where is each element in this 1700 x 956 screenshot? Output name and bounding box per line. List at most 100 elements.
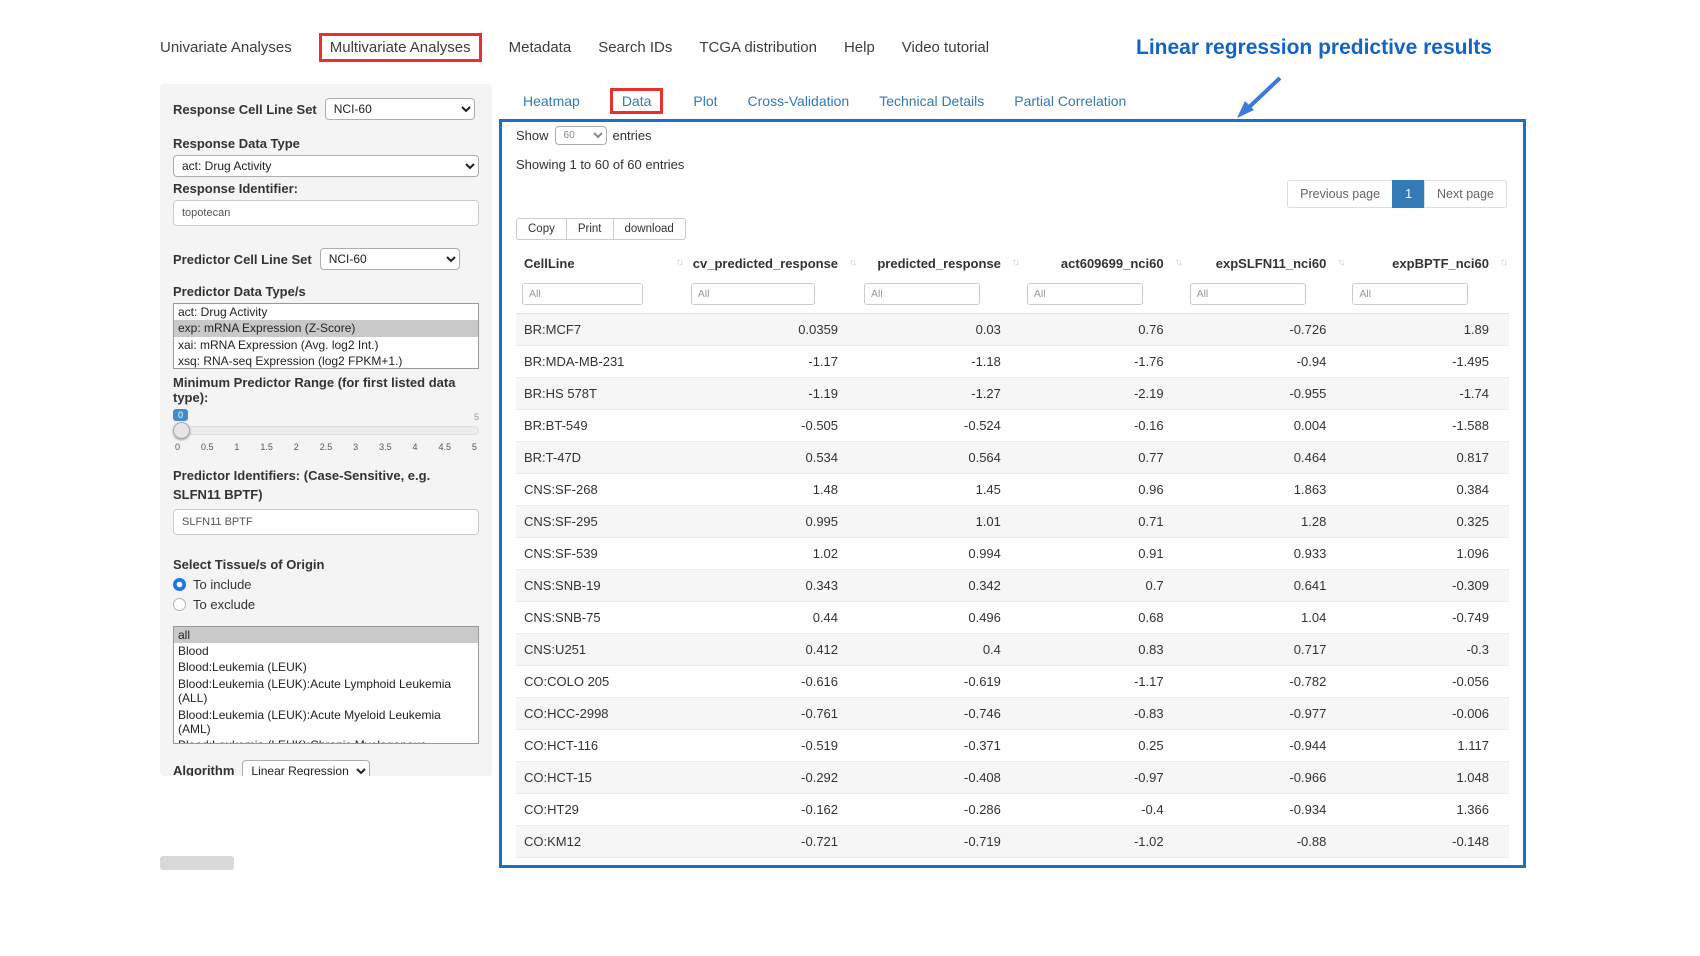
filter-input-expslfn11-nci60[interactable] bbox=[1190, 283, 1306, 305]
cell-value: -1.18 bbox=[858, 346, 1021, 378]
tab-cross-validation[interactable]: Cross-Validation bbox=[748, 93, 850, 109]
cell-value: -2.19 bbox=[1021, 378, 1184, 410]
table-row: CO:SW-620-0.533-0.50.22-1.0290.902 bbox=[516, 858, 1509, 869]
tab-data[interactable]: Data bbox=[610, 88, 664, 114]
table-row: BR:MDA-MB-231-1.17-1.18-1.76-0.94-1.495 bbox=[516, 346, 1509, 378]
tissue-option-blood-leukemia-leuk-chronic-myelogenous-leukemia-cml[interactable]: Blood:Leukemia (LEUK):Chronic Myelogenou… bbox=[174, 737, 478, 743]
slider-tick-1-5: 1.5 bbox=[260, 442, 273, 452]
table-row: BR:T-47D0.5340.5640.770.4640.817 bbox=[516, 442, 1509, 474]
sort-icon[interactable]: ↑↓ bbox=[849, 257, 855, 268]
filter-input-cv-predicted-response[interactable] bbox=[691, 283, 815, 305]
copy-button[interactable]: Copy bbox=[516, 218, 567, 240]
sort-icon[interactable]: ↑↓ bbox=[1500, 257, 1506, 268]
cell-value: 1.117 bbox=[1346, 730, 1509, 762]
tissue-origin-label: Select Tissue/s of Origin bbox=[173, 557, 479, 572]
tissue-option-blood-leukemia-leuk-acute-myeloid-leukemia-aml[interactable]: Blood:Leukemia (LEUK):Acute Myeloid Leuk… bbox=[174, 707, 478, 738]
cell-line-name: BR:T-47D bbox=[516, 442, 685, 474]
table-row: CO:HT29-0.162-0.286-0.4-0.9341.366 bbox=[516, 794, 1509, 826]
nav-item-search-ids[interactable]: Search IDs bbox=[598, 39, 672, 56]
option-act-drug-activity[interactable]: act: Drug Activity bbox=[174, 304, 478, 320]
filter-input-expbptf-nci60[interactable] bbox=[1352, 283, 1468, 305]
cell-value: -0.83 bbox=[1021, 698, 1184, 730]
cell-value: -0.88 bbox=[1184, 826, 1347, 858]
radio-to-exclude[interactable]: To exclude bbox=[173, 597, 479, 612]
column-header-expbptf-nci60[interactable]: expBPTF_nci60↑↓ bbox=[1346, 248, 1509, 279]
cell-value: -0.782 bbox=[1184, 666, 1347, 698]
filter-input-act609699-nci60[interactable] bbox=[1027, 283, 1143, 305]
sort-icon[interactable]: ↑↓ bbox=[1337, 257, 1343, 268]
sort-icon[interactable]: ↑↓ bbox=[676, 257, 682, 268]
tab-partial-correlation[interactable]: Partial Correlation bbox=[1014, 93, 1126, 109]
response-identifier-input[interactable] bbox=[173, 200, 479, 226]
cell-value: -1.02 bbox=[1021, 826, 1184, 858]
column-header-expslfn11-nci60[interactable]: expSLFN11_nci60 ↑↓ bbox=[1184, 248, 1347, 279]
nav-item-tcga-distribution[interactable]: TCGA distribution bbox=[699, 39, 817, 56]
algorithm-label: Algorithm bbox=[173, 763, 234, 776]
slider-track[interactable] bbox=[173, 426, 479, 435]
cell-value: -0.006 bbox=[1346, 698, 1509, 730]
cell-value: 0.325 bbox=[1346, 506, 1509, 538]
filter-input-predicted-response[interactable] bbox=[864, 283, 980, 305]
export-buttons: CopyPrintdownload bbox=[516, 218, 1509, 240]
cell-value: -0.505 bbox=[685, 410, 858, 442]
nav-item-univariate-analyses[interactable]: Univariate Analyses bbox=[160, 39, 292, 56]
slider-tick-5: 5 bbox=[472, 442, 477, 452]
option-exp-mrna-expression-z-score[interactable]: exp: mRNA Expression (Z-Score) bbox=[174, 320, 478, 336]
sort-icon[interactable]: ↑↓ bbox=[1175, 257, 1181, 268]
download-button[interactable]: download bbox=[613, 218, 686, 240]
tissue-option-all[interactable]: all bbox=[174, 627, 478, 643]
print-button[interactable]: Print bbox=[566, 218, 614, 240]
cell-value: 0.4 bbox=[858, 634, 1021, 666]
cell-value: -1.588 bbox=[1346, 410, 1509, 442]
predictor-data-type-listbox[interactable]: act: Drug Activityexp: mRNA Expression (… bbox=[173, 303, 479, 369]
tab-heatmap[interactable]: Heatmap bbox=[523, 93, 580, 109]
page-1-button[interactable]: 1 bbox=[1392, 180, 1425, 208]
response-data-type-select[interactable]: act: Drug Activity bbox=[173, 155, 479, 177]
slider-max-label: 5 bbox=[474, 412, 479, 422]
predictor-identifiers-input[interactable] bbox=[173, 509, 479, 535]
cell-value: 1.89 bbox=[1346, 314, 1509, 346]
tissue-listbox[interactable]: allBloodBlood:Leukemia (LEUK)Blood:Leuke… bbox=[173, 626, 479, 744]
tissue-option-blood-leukemia-leuk[interactable]: Blood:Leukemia (LEUK) bbox=[174, 659, 478, 675]
slider-tick-0-5: 0.5 bbox=[201, 442, 214, 452]
cell-value: 0.7 bbox=[1021, 570, 1184, 602]
tissue-option-blood-leukemia-leuk-acute-lymphoid-leukemia-all[interactable]: Blood:Leukemia (LEUK):Acute Lymphoid Leu… bbox=[174, 676, 478, 707]
cell-line-name: BR:BT-549 bbox=[516, 410, 685, 442]
entries-count-select[interactable]: 60 bbox=[555, 126, 607, 145]
column-header-cv-predicted-response[interactable]: cv_predicted_response↑↓ bbox=[685, 248, 858, 279]
cell-value: 0.68 bbox=[1021, 602, 1184, 634]
column-header-cellline[interactable]: CellLine↑↓ bbox=[516, 248, 685, 279]
cell-line-name: CO:HCT-15 bbox=[516, 762, 685, 794]
nav-item-multivariate-analyses[interactable]: Multivariate Analyses bbox=[319, 33, 482, 62]
predictor-cell-line-set-select[interactable]: NCI-60 bbox=[320, 248, 460, 270]
nav-item-metadata[interactable]: Metadata bbox=[509, 39, 572, 56]
cell-value: -0.94 bbox=[1184, 346, 1347, 378]
table-row: CO:KM12-0.721-0.719-1.02-0.88-0.148 bbox=[516, 826, 1509, 858]
next-page-button[interactable]: Next page bbox=[1424, 180, 1507, 208]
response-cell-line-set-select[interactable]: NCI-60 bbox=[325, 98, 475, 120]
predictor-cell-line-set-label: Predictor Cell Line Set bbox=[173, 252, 312, 267]
nav-item-video-tutorial[interactable]: Video tutorial bbox=[902, 39, 989, 56]
filter-input-cellline[interactable] bbox=[522, 283, 643, 305]
previous-page-button[interactable]: Previous page bbox=[1287, 180, 1393, 208]
cell-value: 1.02 bbox=[685, 538, 858, 570]
cell-value: -0.056 bbox=[1346, 666, 1509, 698]
option-xai-mrna-expression-avg-log2-int[interactable]: xai: mRNA Expression (Avg. log2 Int.) bbox=[174, 337, 478, 353]
tab-plot[interactable]: Plot bbox=[693, 93, 717, 109]
slider-handle[interactable] bbox=[173, 422, 190, 439]
cell-value: -0.944 bbox=[1184, 730, 1347, 762]
column-header-act609699-nci60[interactable]: act609699_nci60↑↓ bbox=[1021, 248, 1184, 279]
tissue-option-blood[interactable]: Blood bbox=[174, 643, 478, 659]
sort-icon[interactable]: ↑↓ bbox=[1012, 257, 1018, 268]
nav-item-help[interactable]: Help bbox=[844, 39, 875, 56]
cell-line-name: CNS:SNB-75 bbox=[516, 602, 685, 634]
slider-ticks: 00.511.522.533.544.55 bbox=[175, 442, 477, 452]
min-predictor-range-slider[interactable]: 0 5 00.511.522.533.544.55 bbox=[173, 409, 479, 459]
column-header-predicted-response[interactable]: predicted_response↑↓ bbox=[858, 248, 1021, 279]
tab-technical-details[interactable]: Technical Details bbox=[879, 93, 984, 109]
option-xsq-rna-seq-expression-log2-fpkm-1[interactable]: xsq: RNA-seq Expression (log2 FPKM+1.) bbox=[174, 353, 478, 369]
algorithm-select[interactable]: Linear Regression bbox=[242, 760, 370, 776]
column-label-expslfn11-nci60: expSLFN11_nci60 bbox=[1216, 256, 1327, 271]
cell-value: -0.162 bbox=[685, 794, 858, 826]
radio-to-include[interactable]: To include bbox=[173, 577, 479, 592]
